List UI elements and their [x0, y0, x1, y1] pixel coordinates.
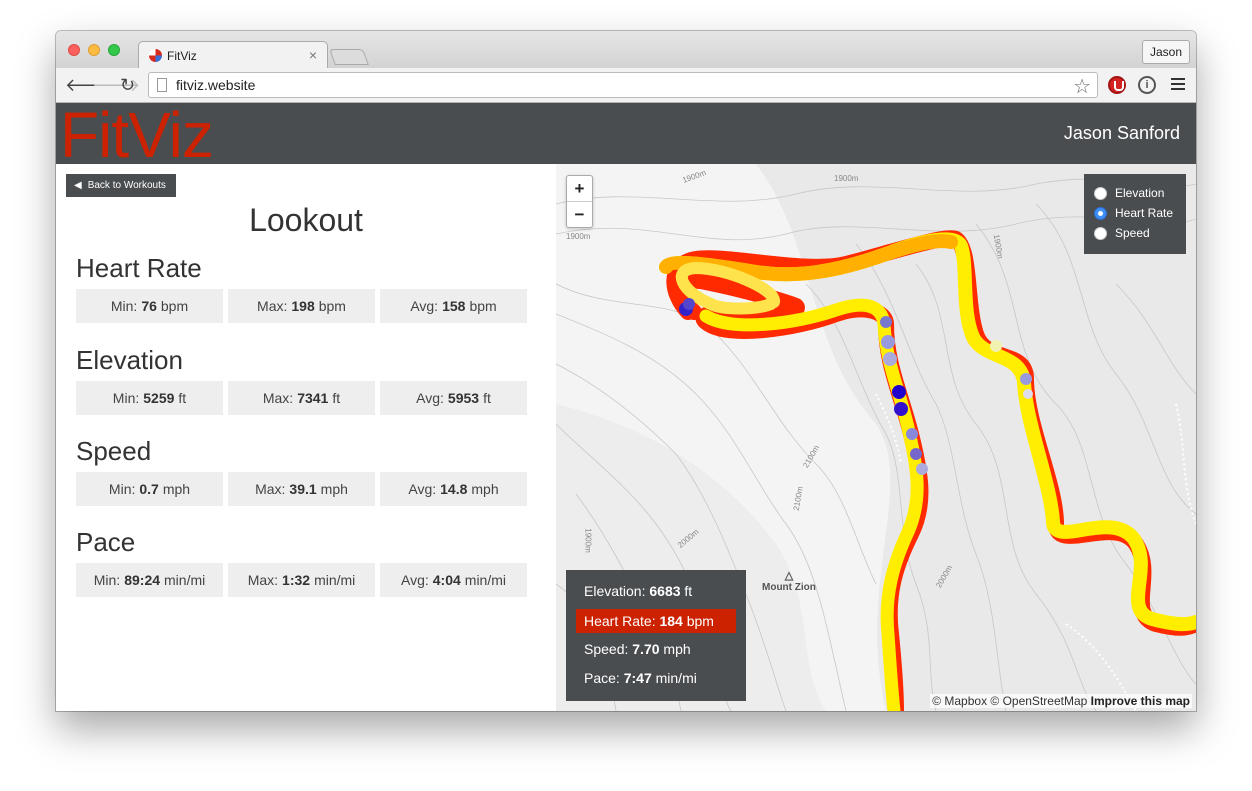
info-heart-rate: Heart Rate: 184 bpm	[576, 609, 736, 633]
workout-title: Lookout	[249, 202, 363, 238]
tab-title: FitViz	[167, 49, 197, 63]
user-name[interactable]: Jason Sanford	[1064, 123, 1180, 144]
stat-min: Min: 0.7 mph	[76, 472, 223, 506]
app-header: FitViz Jason Sanford	[56, 103, 1196, 167]
radio-elevation[interactable]	[1094, 186, 1107, 200]
stat-avg: Avg: 4:04 min/mi	[380, 563, 527, 597]
page-icon	[157, 78, 167, 92]
stat-avg: Avg: 158 bpm	[380, 289, 527, 323]
stat-min: Min: 89:24 min/mi	[76, 563, 223, 597]
stat-max: Max: 1:32 min/mi	[228, 563, 375, 597]
info-speed: Speed: 7.70 mph	[584, 641, 691, 657]
layer-label: Speed	[1115, 226, 1150, 240]
new-tab-button[interactable]	[329, 49, 369, 65]
hamburger-menu-icon[interactable]	[1171, 78, 1185, 90]
bookmark-star-icon[interactable]: ☆	[1073, 74, 1091, 99]
stat-avg: Avg: 14.8 mph	[380, 472, 527, 506]
back-button-label: Back to Workouts	[87, 180, 166, 191]
radio-speed[interactable]	[1094, 226, 1107, 240]
zoom-in-button[interactable]: +	[567, 176, 592, 202]
peak-label-mount-zion: △ Mount Zion	[762, 570, 816, 594]
info-elevation: Elevation: 6683 ft	[584, 583, 693, 599]
workout-stats-panel: ◀ Back to Workouts Lookout Heart Rate Min…	[56, 164, 556, 711]
improve-map-link[interactable]: Improve this map	[1091, 694, 1190, 708]
layer-option-heart-rate[interactable]: Heart Rate	[1094, 203, 1186, 223]
contour-label: 1900m	[834, 174, 859, 183]
metric-title: Pace	[76, 527, 136, 557]
radio-heart-rate[interactable]	[1094, 206, 1107, 220]
metric-speed: Speed Min: 0.7 mph Max: 39.1 mph Avg: 14.8 mph	[76, 435, 528, 506]
metric-elevation: Elevation Min: 5259 ft Max: 7341 ft Avg: 5953…	[76, 344, 528, 415]
tab-fitviz[interactable]: FitViz ×	[138, 41, 328, 69]
peak-name: Mount Zion	[762, 582, 816, 593]
stat-min: Min: 5259 ft	[76, 381, 223, 415]
reload-icon[interactable]: ↻	[120, 75, 135, 95]
contour-label: 1900m	[566, 232, 591, 241]
url-text[interactable]: fitviz.website	[176, 77, 255, 93]
back-arrow-icon: ◀	[74, 180, 82, 191]
map-attribution: © Mapbox © OpenStreetMap Improve this ma…	[930, 694, 1192, 708]
browser-toolbar: 🡐 🡒 ↻ fitviz.website ☆ i	[56, 68, 1196, 103]
layer-option-elevation[interactable]: Elevation	[1094, 183, 1186, 203]
stat-max: Max: 39.1 mph	[228, 472, 375, 506]
peak-triangle-icon: △	[784, 570, 794, 582]
layer-option-speed[interactable]: Speed	[1094, 223, 1186, 243]
profile-button[interactable]: Jason	[1141, 40, 1190, 64]
metric-pace: Pace Min: 89:24 min/mi Max: 1:32 min/mi Avg:…	[76, 526, 528, 597]
stat-min: Min: 76 bpm	[76, 289, 223, 323]
layer-label: Elevation	[1115, 186, 1165, 200]
zoom-window-button[interactable]	[108, 44, 120, 56]
minimize-window-button[interactable]	[88, 44, 100, 56]
tab-close-icon[interactable]: ×	[309, 47, 317, 63]
layer-label: Heart Rate	[1115, 206, 1174, 220]
route-map[interactable]: 1900m 1900m 1900m 1900m 2100m 2100m 2000…	[556, 164, 1196, 711]
fitviz-favicon-icon	[149, 49, 162, 62]
tab-strip: FitViz × Jason	[56, 31, 1196, 69]
metric-heart-rate: Heart Rate Min: 76 bpm Max: 198 bpm Avg: 158 b…	[76, 252, 528, 323]
stat-avg: Avg: 5953 ft	[380, 381, 527, 415]
info-extension-icon[interactable]: i	[1138, 76, 1156, 94]
contour-label: 1900m	[583, 528, 593, 553]
metric-title: Elevation	[76, 345, 183, 375]
adblock-extension-icon[interactable]	[1108, 76, 1126, 94]
info-pace: Pace: 7:47 min/mi	[584, 670, 697, 686]
back-to-workouts-button[interactable]: ◀ Back to Workouts	[66, 174, 176, 197]
address-bar[interactable]: fitviz.website ☆	[148, 72, 1098, 98]
zoom-out-button[interactable]: −	[567, 202, 592, 228]
browser-window: FitViz × Jason 🡐 🡒 ↻ fitviz.website ☆ i …	[56, 31, 1196, 711]
fitviz-logo[interactable]: FitViz	[60, 103, 214, 167]
attribution-text: © Mapbox © OpenStreetMap	[932, 694, 1088, 708]
metric-title: Heart Rate	[76, 253, 202, 283]
point-info-panel: Elevation: 6683 ft Heart Rate: 184 bpm S…	[566, 570, 746, 701]
stat-max: Max: 7341 ft	[228, 381, 375, 415]
layer-selector: Elevation Heart Rate Speed	[1084, 174, 1186, 254]
zoom-control: + −	[566, 175, 593, 228]
close-window-button[interactable]	[68, 44, 80, 56]
stat-max: Max: 198 bpm	[228, 289, 375, 323]
metric-title: Speed	[76, 436, 152, 466]
